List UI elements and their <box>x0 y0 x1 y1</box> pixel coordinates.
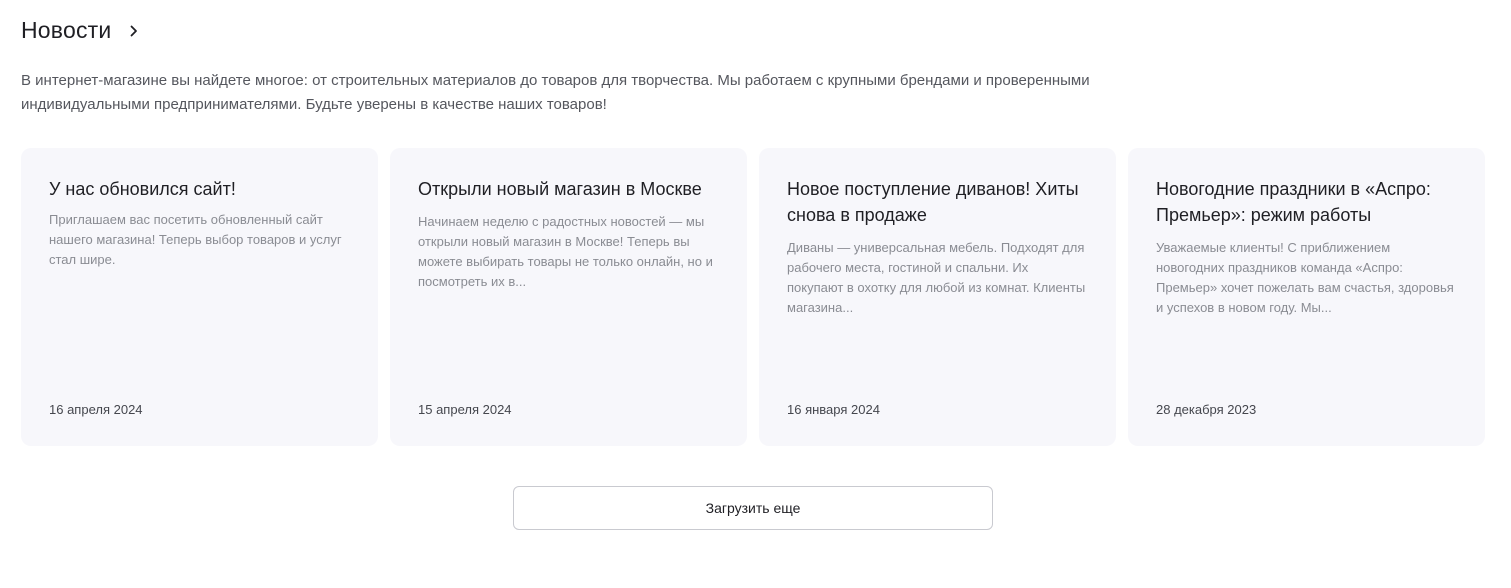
news-card-title[interactable]: Новое поступление диванов! Хиты снова в … <box>787 176 1088 228</box>
news-card-preview: Приглашаем вас посетить обновленный сайт… <box>49 212 342 267</box>
section-header[interactable]: Новости <box>21 17 141 44</box>
news-card-title[interactable]: Новогодние праздники в «Аспро: Премьер»:… <box>1156 176 1457 228</box>
section-intro: В интернет-магазине вы найдете многое: о… <box>21 72 1090 113</box>
news-card-date: 15 апреля 2024 <box>418 402 512 417</box>
load-more-button[interactable]: Загрузить еще <box>513 486 993 530</box>
page-title[interactable]: Новости <box>21 17 111 44</box>
news-card-title[interactable]: У нас обновился сайт! <box>49 176 350 202</box>
news-card-title[interactable]: Открыли новый магазин в Москве <box>418 176 719 202</box>
news-card-preview: Диваны — универсальная мебель. Подходят … <box>787 240 1086 315</box>
chevron-right-icon[interactable] <box>127 24 141 38</box>
news-card[interactable]: Новогодние праздники в «Аспро: Премьер»:… <box>1128 148 1485 446</box>
news-card[interactable]: Открыли новый магазин в Москве Начинаем … <box>390 148 747 446</box>
news-list: У нас обновился сайт! Приглашаем вас пос… <box>21 148 1485 446</box>
news-card[interactable]: У нас обновился сайт! Приглашаем вас пос… <box>21 148 378 446</box>
news-card-date: 28 декабря 2023 <box>1156 402 1257 417</box>
news-card[interactable]: Новое поступление диванов! Хиты снова в … <box>759 148 1116 446</box>
news-card-preview: Уважаемые клиенты! С приближением нового… <box>1156 240 1454 315</box>
news-card-preview: Начинаем неделю с радостных новостей — м… <box>418 214 713 289</box>
news-card-date: 16 января 2024 <box>787 402 880 417</box>
news-card-date: 16 апреля 2024 <box>49 402 143 417</box>
